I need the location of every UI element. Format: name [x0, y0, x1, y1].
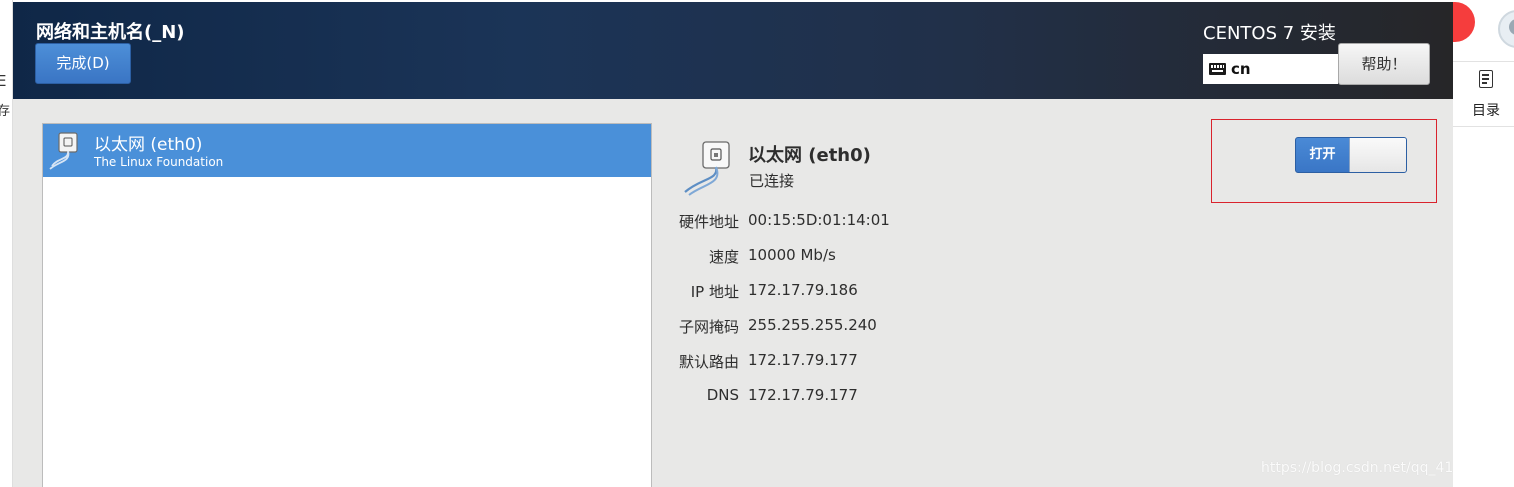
help-button[interactable]: 帮助！	[1338, 43, 1430, 85]
network-wired-icon	[47, 130, 87, 176]
keyboard-icon	[1209, 63, 1226, 75]
field-label: DNS	[706, 386, 739, 404]
outer-text-fragment: E	[0, 72, 7, 90]
device-list-item[interactable]: 以太网 (eth0) The Linux Foundation	[43, 124, 651, 177]
outer-page-right-strip: 目录	[1445, 0, 1514, 487]
avatar[interactable]	[1498, 10, 1514, 48]
done-button[interactable]: 完成(D)	[35, 43, 131, 84]
field-label: 硬件地址	[678, 213, 739, 231]
device-detail-name: 以太网 (eth0)	[748, 145, 871, 166]
network-wired-icon	[681, 138, 739, 202]
page: E 存 目录 网络和主机名(_N) 完成(D) CENTOS 7 安装 cn 帮…	[0, 0, 1514, 487]
divider	[1453, 126, 1514, 127]
field-label: 子网掩码	[678, 318, 739, 336]
outer-page-left-strip: E 存	[0, 0, 13, 487]
field-value: 172.17.79.177	[748, 351, 858, 369]
keyboard-layout-label: cn	[1231, 60, 1251, 78]
field-label: IP 地址	[690, 283, 739, 301]
header-bar: 网络和主机名(_N) 完成(D) CENTOS 7 安装 cn 帮助！	[13, 2, 1453, 99]
keyboard-layout-indicator[interactable]: cn	[1203, 54, 1338, 84]
field-value: 255.255.255.240	[748, 316, 877, 334]
connection-status: 已连接	[749, 172, 795, 190]
table-of-contents-label[interactable]: 目录	[1472, 100, 1500, 120]
field-value: 172.17.79.177	[748, 386, 858, 404]
field-value: 10000 Mb/s	[748, 246, 836, 264]
field-value: 00:15:5D:01:14:01	[748, 211, 890, 229]
watermark: https://blog.csdn.net/qq_41146650	[1261, 460, 1453, 476]
divider	[1453, 61, 1514, 62]
field-label: 默认路由	[678, 353, 739, 371]
table-of-contents-icon[interactable]	[1479, 70, 1493, 88]
installer-window: 网络和主机名(_N) 完成(D) CENTOS 7 安装 cn 帮助！ 以太网 …	[13, 2, 1453, 487]
device-name: 以太网 (eth0)	[94, 135, 203, 155]
network-on-off-switch[interactable]: 打开	[1295, 137, 1407, 173]
field-label: 速度	[708, 248, 739, 266]
device-vendor: The Linux Foundation	[94, 155, 224, 169]
product-name: CENTOS 7 安装	[1203, 23, 1336, 44]
switch-knob[interactable]	[1349, 138, 1406, 172]
outer-text-fragment: 存	[0, 104, 11, 119]
field-value: 172.17.79.186	[748, 281, 858, 299]
device-list: 以太网 (eth0) The Linux Foundation	[42, 123, 652, 487]
switch-label: 打开	[1309, 147, 1336, 162]
page-title: 网络和主机名(_N)	[36, 22, 185, 43]
